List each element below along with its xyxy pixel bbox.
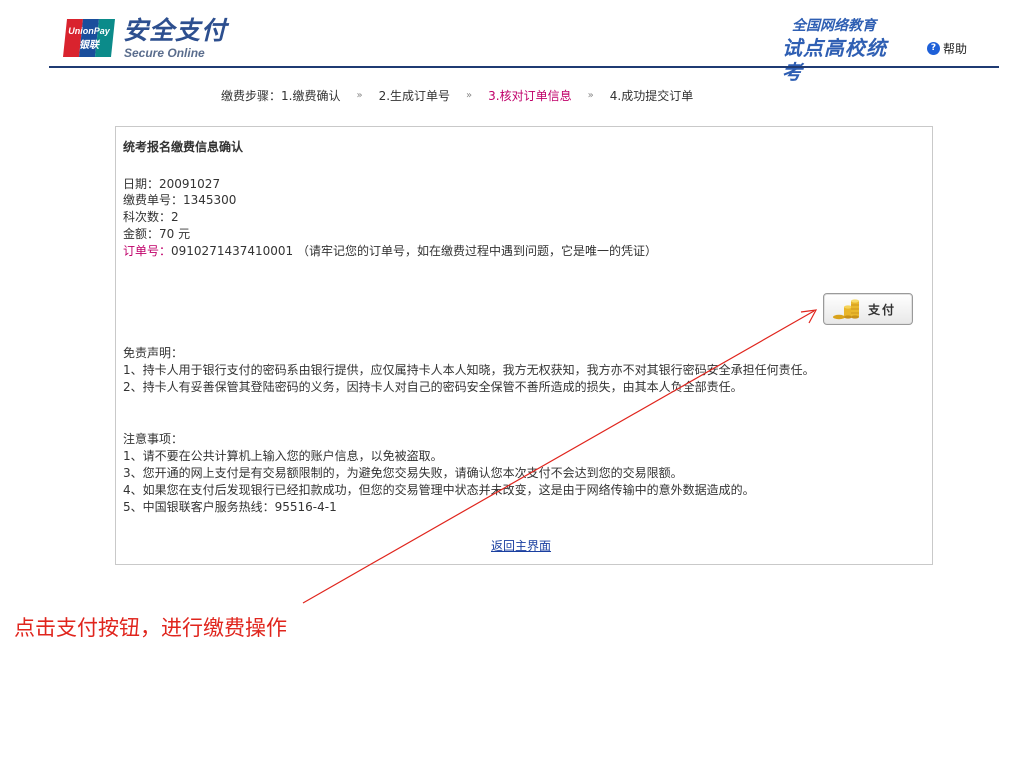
payment-steps: 缴费步骤： 1.缴费确认 » 2.生成订单号 » 3.核对订单信息 » 4.成功…	[221, 88, 693, 104]
coins-icon	[832, 298, 862, 320]
order-number-label: 订单号：	[123, 244, 172, 258]
confirmation-title: 统考报名缴费信息确认	[123, 140, 244, 154]
disclaimer-title: 免责声明：	[123, 346, 184, 360]
help-link[interactable]: ? 帮助	[927, 40, 967, 56]
amount-field: 金额：70 元	[123, 227, 191, 241]
date-field: 日期：20091027	[123, 177, 221, 191]
step-3-active: 3.核对订单信息	[488, 89, 572, 103]
step-4: 4.成功提交订单	[609, 89, 694, 103]
logo-text-bottom: 银联	[79, 39, 101, 51]
brand-title-cn: 安全支付	[123, 16, 228, 45]
notes-item: 4、如果您在支付后发现银行已经扣款成功，但您的交易管理中状态并未改变，这是由于网…	[123, 483, 755, 497]
step-2: 2.生成订单号	[378, 89, 451, 103]
notes-item: 1、请不要在公共计算机上输入您的账户信息，以免被盗取。	[123, 449, 443, 463]
bill-number-field: 缴费单号：1345300	[123, 193, 237, 207]
brand-title-en: Secure Online	[124, 46, 205, 60]
order-number-field: 订单号：0910271437410001 （请牢记您的订单号，如在缴费过程中遇到…	[123, 243, 657, 259]
help-label: 帮助	[943, 41, 968, 56]
step-separator: »	[356, 90, 363, 101]
notes-item: 5、中国银联客户服务热线：95516-4-1	[123, 500, 337, 514]
pay-button-label: 支付	[867, 302, 896, 317]
step-separator: »	[587, 90, 594, 101]
subject-count-field: 科次数：2	[123, 210, 179, 224]
annotation-text: 点击支付按钮，进行缴费操作	[14, 616, 287, 640]
disclaimer-item: 1、持卡人用于银行支付的密码系由银行提供，应仅属持卡人本人知晓，我方无权获知，我…	[123, 363, 815, 377]
logo-text-top: UnionPay	[68, 26, 111, 36]
steps-prefix: 缴费步骤：	[221, 89, 282, 103]
help-icon: ?	[927, 41, 940, 55]
order-number-value: 0910271437410001 （请牢记您的订单号，如在缴费过程中遇到问题，它…	[171, 244, 657, 258]
header-subtitle: 全国网络教育	[792, 18, 876, 34]
step-separator: »	[466, 90, 473, 101]
step-1: 1.缴费确认	[281, 89, 341, 103]
header-divider	[49, 66, 999, 68]
disclaimer-item: 2、持卡人有妥善保管其登陆密码的义务，因持卡人对自己的密码安全保管不善所造成的损…	[123, 380, 743, 394]
unionpay-logo: UnionPay 银联	[61, 17, 117, 59]
notes-item: 3、您开通的网上支付是有交易额限制的，为避免您交易失败，请确认您本次支付不会达到…	[123, 466, 683, 480]
header-exam-title: 试点高校统考	[782, 36, 887, 84]
notes-title: 注意事项：	[123, 432, 184, 446]
back-to-main-link[interactable]: 返回主界面	[491, 537, 551, 554]
